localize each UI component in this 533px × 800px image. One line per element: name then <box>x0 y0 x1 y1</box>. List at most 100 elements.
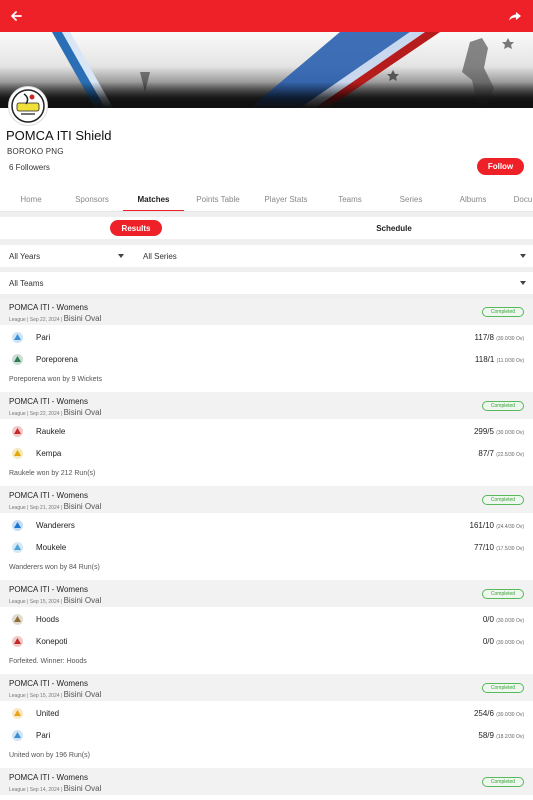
match-header: POMCA ITI - Womens League | Sep 21, 2024 … <box>0 486 533 513</box>
schedule-segment-button[interactable]: Schedule <box>368 220 420 236</box>
score-overs: (11.0/30 Ov) <box>496 358 524 364</box>
status-badge: Completed <box>482 401 524 411</box>
score-overs: (30.0/30 Ov) <box>496 618 524 624</box>
match-result-row: Raukele won by 212 Run(s) <box>0 464 533 484</box>
team-score: 58/9 (18.2/30 Ov) <box>478 731 524 740</box>
team-row: Moukele 77/10 (17.5/30 Ov) <box>0 536 533 558</box>
match-date: League | Sep 14, 2024 | <box>9 787 63 793</box>
team-score: 87/7 (22.5/30 Ov) <box>478 449 524 458</box>
status-badge: Completed <box>482 495 524 505</box>
followers-count: 6 Followers <box>9 163 50 172</box>
club-logo <box>8 86 48 126</box>
match-venue: Bisini Oval <box>63 690 102 699</box>
team-score: 77/10 (17.5/30 Ov) <box>474 543 524 552</box>
match-card[interactable]: POMCA ITI - Womens League | Sep 22, 2024 … <box>0 392 533 484</box>
match-header: POMCA ITI - Womens League | Sep 15, 2024 … <box>0 674 533 701</box>
team-score: 254/6 (30.0/30 Ov) <box>474 709 524 718</box>
share-icon[interactable] <box>505 6 525 26</box>
match-header: POMCA ITI - Womens League | Sep 22, 2024 … <box>0 298 533 325</box>
match-card[interactable]: POMCA ITI - Womens League | Sep 15, 2024 … <box>0 580 533 672</box>
teams-dropdown[interactable]: All Teams <box>0 272 533 294</box>
team-logo-icon <box>11 729 24 742</box>
tab-points-table[interactable]: Points Table <box>188 186 248 211</box>
team-row: Hoods 0/0 (30.0/30 Ov) <box>0 608 533 630</box>
score-overs: (22.5/30 Ov) <box>496 452 524 458</box>
team-logo-icon <box>11 541 24 554</box>
match-meta: League | Sep 15, 2024 | Bisini Oval <box>9 596 101 605</box>
back-arrow-icon[interactable] <box>6 6 26 26</box>
team-logo-icon <box>11 519 24 532</box>
score-overs: (30.0/30 Ov) <box>496 430 524 436</box>
follow-button[interactable]: Follow <box>477 158 524 175</box>
team-logo-icon <box>11 331 24 344</box>
team-name: Pari <box>36 333 51 342</box>
score-runs: 0/0 <box>482 637 494 646</box>
score-overs: (18.2/30 Ov) <box>496 734 524 740</box>
match-card[interactable]: POMCA ITI - Womens League | Sep 14, 2024 … <box>0 768 533 800</box>
match-card[interactable]: POMCA ITI - Womens League | Sep 22, 2024 … <box>0 298 533 390</box>
team-score: 0/0 (30.0/30 Ov) <box>483 637 524 646</box>
chevron-down-icon <box>118 254 124 258</box>
match-result: Forfeited. Winner: Hoods <box>9 658 87 665</box>
series-dropdown[interactable]: All Series <box>134 245 533 267</box>
chevron-down-icon <box>520 281 526 285</box>
match-venue: Bisini Oval <box>63 596 102 605</box>
team-logo-icon <box>11 635 24 648</box>
score-overs: (24.4/30 Ov) <box>496 524 524 530</box>
team-score: 0/0 (30.0/30 Ov) <box>483 615 524 624</box>
match-series-title: POMCA ITI - Womens <box>9 397 88 406</box>
match-header: POMCA ITI - Womens League | Sep 22, 2024 … <box>0 392 533 419</box>
chevron-down-icon <box>520 254 526 258</box>
match-series-title: POMCA ITI - Womens <box>9 303 88 312</box>
match-result-row: Poreporena won by 9 Wickets <box>0 370 533 390</box>
tab-albums[interactable]: Albums <box>446 186 500 211</box>
team-score: 299/5 (30.0/30 Ov) <box>474 427 524 436</box>
match-card[interactable]: POMCA ITI - Womens League | Sep 21, 2024 … <box>0 486 533 578</box>
tab-matches[interactable]: Matches <box>123 186 184 211</box>
match-date: League | Sep 15, 2024 | <box>9 693 63 699</box>
match-date: League | Sep 22, 2024 | <box>9 317 63 323</box>
match-meta: League | Sep 14, 2024 | Bisini Oval <box>9 784 101 793</box>
tab-home[interactable]: Home <box>8 186 54 211</box>
tab-sponsors[interactable]: Sponsors <box>66 186 118 211</box>
match-result-row: United won by 196 Run(s) <box>0 746 533 766</box>
tab-series[interactable]: Series <box>384 186 438 211</box>
tab-docu[interactable]: Docu <box>508 186 533 211</box>
score-runs: 77/10 <box>473 543 494 552</box>
match-result-row: Wanderers won by 84 Run(s) <box>0 558 533 578</box>
team-name: Hoods <box>36 615 60 624</box>
match-venue: Bisini Oval <box>63 408 102 417</box>
match-series-title: POMCA ITI - Womens <box>9 585 88 594</box>
score-overs: (30.0/30 Ov) <box>496 336 524 342</box>
team-name: Kempa <box>36 449 62 458</box>
match-header: POMCA ITI - Womens League | Sep 15, 2024 … <box>0 580 533 607</box>
page-title: POMCA ITI Shield <box>6 128 112 143</box>
series-dropdown-value: All Series <box>143 251 177 261</box>
match-card[interactable]: POMCA ITI - Womens League | Sep 15, 2024 … <box>0 674 533 766</box>
top-app-bar <box>0 0 533 32</box>
team-logo-icon <box>11 447 24 460</box>
score-runs: 299/5 <box>473 427 494 436</box>
team-name: Pari <box>36 731 51 740</box>
team-row: Pari 117/8 (30.0/30 Ov) <box>0 326 533 348</box>
team-score: 117/8 (30.0/30 Ov) <box>475 333 524 342</box>
team-row: Kempa 87/7 (22.5/30 Ov) <box>0 442 533 464</box>
status-badge: Completed <box>482 307 524 317</box>
team-logo-icon <box>11 707 24 720</box>
match-date: League | Sep 15, 2024 | <box>9 599 63 605</box>
score-runs: 254/6 <box>473 709 494 718</box>
team-row: Konepoti 0/0 (30.0/30 Ov) <box>0 630 533 652</box>
score-overs: (30.0/30 Ov) <box>496 640 524 646</box>
years-dropdown[interactable]: All Years <box>0 245 131 267</box>
match-result: Raukele won by 212 Run(s) <box>9 470 96 477</box>
team-row: United 254/6 (30.0/30 Ov) <box>0 702 533 724</box>
team-name: Poreporena <box>36 355 78 364</box>
results-segment-button[interactable]: Results <box>110 220 162 236</box>
tab-player-stats[interactable]: Player Stats <box>256 186 316 211</box>
score-runs: 0/0 <box>482 615 494 624</box>
tab-teams[interactable]: Teams <box>324 186 376 211</box>
team-logo-icon <box>11 353 24 366</box>
results-schedule-toggle: Results Schedule <box>0 217 533 239</box>
score-overs: (17.5/30 Ov) <box>496 546 524 552</box>
score-runs: 87/7 <box>478 449 494 458</box>
